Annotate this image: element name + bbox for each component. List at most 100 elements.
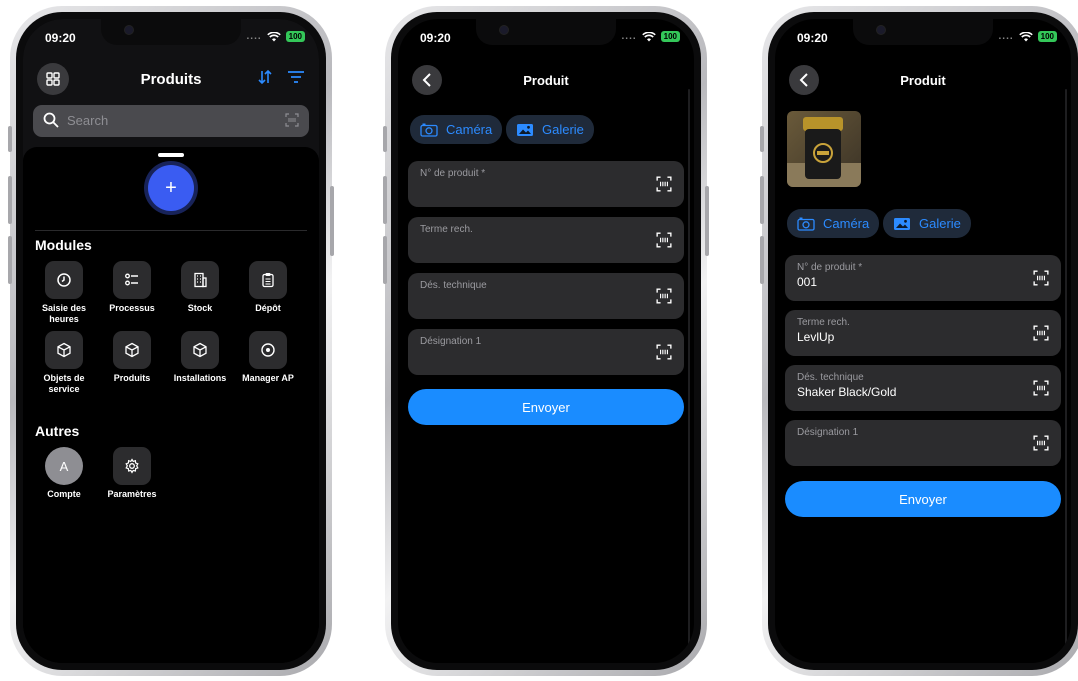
- other-label: Compte: [47, 489, 81, 499]
- module-processus[interactable]: Processus: [98, 261, 166, 314]
- module-label: Installations: [173, 373, 227, 383]
- battery-badge: 100: [660, 31, 680, 42]
- barcode-scan-icon[interactable]: [1033, 270, 1049, 291]
- camera-button[interactable]: Caméra: [410, 115, 503, 144]
- page-title: Produits: [140, 71, 202, 88]
- other-label: Paramètres: [107, 489, 157, 499]
- module-objets-de-service[interactable]: Objets de service: [30, 331, 98, 395]
- field-label: N° de produit *: [797, 262, 863, 273]
- field-label: Terme rech.: [420, 224, 473, 235]
- other-parametres[interactable]: Paramètres: [98, 447, 166, 500]
- field-value: 001: [797, 275, 818, 289]
- field-label: N° de produit *: [420, 168, 486, 179]
- battery-badge: 100: [285, 31, 305, 42]
- screen-products: 09:20 .... 100 Produits Search + Modules…: [23, 19, 319, 663]
- product-number-field[interactable]: N° de produit *: [408, 161, 684, 207]
- technical-description-field[interactable]: Dés. technique: [408, 273, 684, 319]
- camera-icon: [420, 123, 438, 137]
- screen-product-form: 09:20 .... 100 Produit Caméra Galerie N°…: [398, 19, 694, 663]
- send-button[interactable]: Envoyer: [408, 389, 684, 425]
- module-saisie-des-heures[interactable]: Saisie des heures: [30, 261, 98, 325]
- status-bar: 09:20 .... 100: [23, 29, 319, 47]
- search-placeholder: Search: [67, 113, 109, 128]
- other-compte[interactable]: A Compte: [30, 447, 98, 500]
- list-icon: [113, 261, 151, 299]
- phone-product-filled: 09:20 .... 100 Produit Caméra Galerie N°…: [760, 6, 1078, 676]
- module-label: Objets de service: [43, 373, 85, 394]
- barcode-scan-icon[interactable]: [1033, 325, 1049, 346]
- barcode-scan-icon[interactable]: [656, 176, 672, 197]
- module-produits[interactable]: Produits: [98, 331, 166, 384]
- designation-field[interactable]: Désignation 1: [408, 329, 684, 375]
- search-icon: [43, 112, 59, 133]
- designation-field[interactable]: Désignation 1: [785, 420, 1061, 466]
- field-label: Dés. technique: [797, 372, 864, 383]
- image-icon: [517, 123, 533, 136]
- filter-icon[interactable]: [287, 69, 305, 90]
- target-icon: [249, 331, 287, 369]
- phone-products-menu: 09:20 .... 100 Produits Search + Modules…: [8, 6, 334, 676]
- technical-description-field[interactable]: Dés. technique Shaker Black/Gold: [785, 365, 1061, 411]
- scrollbar[interactable]: [688, 89, 690, 649]
- cube-icon: [45, 331, 83, 369]
- product-number-field[interactable]: N° de produit * 001: [785, 255, 1061, 301]
- barcode-scan-icon[interactable]: [656, 344, 672, 365]
- module-label: Stock: [187, 303, 213, 313]
- field-label: Terme rech.: [797, 317, 850, 328]
- search-term-field[interactable]: Terme rech. LevlUp: [785, 310, 1061, 356]
- search-term-field[interactable]: Terme rech.: [408, 217, 684, 263]
- gallery-button[interactable]: Galerie: [883, 209, 971, 238]
- gallery-label: Galerie: [919, 216, 961, 231]
- status-time: 09:20: [420, 31, 451, 45]
- clipboard-icon: [249, 261, 287, 299]
- module-label: Produits: [113, 373, 151, 383]
- cube-icon: [181, 331, 219, 369]
- scrollbar[interactable]: [1065, 89, 1067, 649]
- field-label: Dés. technique: [420, 280, 487, 291]
- signal-icon: ....: [246, 31, 262, 42]
- module-label: Dépôt: [255, 303, 281, 313]
- plus-icon: +: [165, 176, 177, 199]
- gear-icon: [113, 447, 151, 485]
- module-manager-ap[interactable]: Manager AP: [234, 331, 302, 384]
- barcode-scan-icon[interactable]: [1033, 435, 1049, 456]
- camera-button[interactable]: Caméra: [787, 209, 880, 238]
- barcode-scan-icon[interactable]: [656, 288, 672, 309]
- module-label: Saisie des heures: [41, 303, 87, 324]
- field-value: Shaker Black/Gold: [797, 385, 897, 399]
- camera-label: Caméra: [823, 216, 870, 231]
- barcode-scan-icon[interactable]: [285, 113, 299, 132]
- field-label: Désignation 1: [797, 427, 859, 438]
- module-label: Manager AP: [242, 373, 294, 383]
- divider: [35, 230, 307, 231]
- search-input[interactable]: Search: [33, 105, 309, 137]
- product-photo-thumbnail[interactable]: [787, 111, 861, 187]
- gallery-label: Galerie: [542, 122, 584, 137]
- clock-icon: [45, 261, 83, 299]
- add-button[interactable]: +: [148, 165, 194, 211]
- field-value: LevlUp: [797, 330, 835, 344]
- status-bar: 09:20 .... 100: [775, 29, 1071, 47]
- module-stock[interactable]: Stock: [166, 261, 234, 314]
- barcode-scan-icon[interactable]: [656, 232, 672, 253]
- wifi-icon: [1018, 31, 1033, 42]
- wifi-icon: [266, 31, 281, 42]
- barcode-scan-icon[interactable]: [1033, 380, 1049, 401]
- page-title: Produit: [900, 73, 946, 88]
- status-bar: 09:20 .... 100: [398, 29, 694, 47]
- module-installations[interactable]: Installations: [166, 331, 234, 384]
- module-label: Processus: [109, 303, 155, 313]
- send-button[interactable]: Envoyer: [785, 481, 1061, 517]
- wifi-icon: [641, 31, 656, 42]
- image-icon: [894, 217, 910, 230]
- camera-label: Caméra: [446, 122, 493, 137]
- sort-icon[interactable]: [257, 69, 273, 90]
- cube-icon: [113, 331, 151, 369]
- screen-product-form-filled: 09:20 .... 100 Produit Caméra Galerie N°…: [775, 19, 1071, 663]
- module-depot[interactable]: Dépôt: [234, 261, 302, 314]
- signal-icon: ....: [998, 31, 1014, 42]
- phone-product-empty: 09:20 .... 100 Produit Caméra Galerie N°…: [383, 6, 709, 676]
- gallery-button[interactable]: Galerie: [506, 115, 594, 144]
- camera-icon: [797, 217, 815, 231]
- sheet-handle[interactable]: [158, 153, 184, 157]
